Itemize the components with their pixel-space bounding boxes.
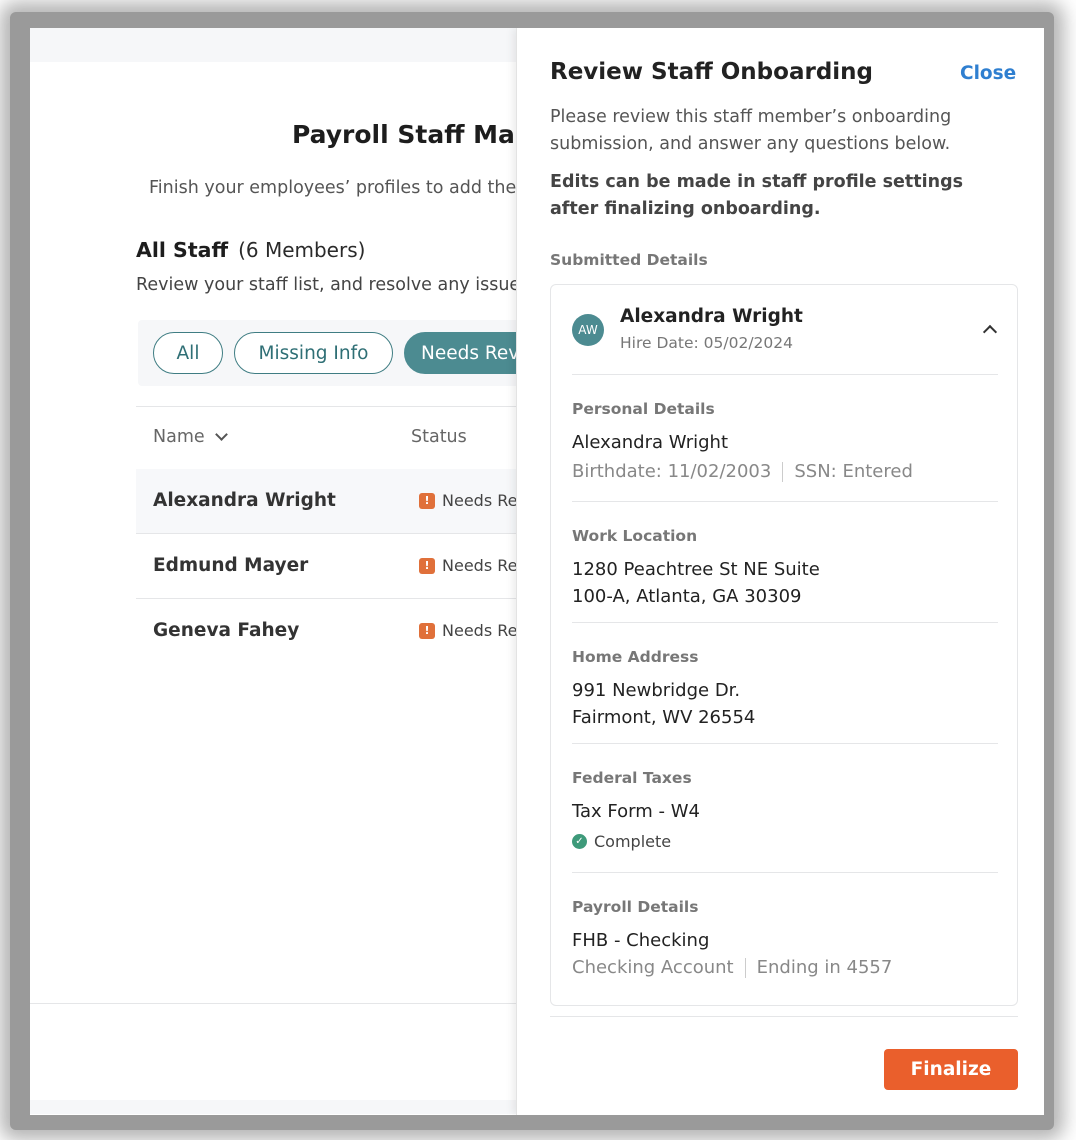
warning-icon: !	[419, 492, 435, 509]
filter-bar: All Missing Info Needs Rev	[138, 320, 574, 386]
separator	[782, 461, 784, 482]
tax-form: Tax Form - W4	[572, 801, 700, 822]
home-address-section: Home Address 991 Newbridge Dr. Fairmont,…	[572, 622, 998, 743]
section-label: Federal Taxes	[572, 769, 692, 787]
payroll-meta: Checking Account Ending in 4557	[572, 957, 892, 978]
status-badge: ! Needs Re	[419, 491, 517, 510]
page-title: Payroll Staff Mar	[292, 120, 528, 149]
section-label: Work Location	[572, 527, 698, 545]
warning-icon: !	[419, 557, 435, 574]
filter-missing-info-button[interactable]: Missing Info	[234, 332, 393, 374]
footer-divider	[30, 1003, 520, 1004]
work-address-line1: 1280 Peachtree St NE Suite	[572, 559, 820, 580]
review-drawer: Review Staff Onboarding Close Please rev…	[516, 28, 1044, 1115]
birthdate: Birthdate: 11/02/2003	[572, 461, 772, 482]
app-screen: Payroll Staff Mar Finish your employees’…	[30, 28, 1044, 1115]
status-column-header[interactable]: Status	[411, 427, 467, 447]
staff-subtitle: Review your staff list, and resolve any …	[136, 275, 521, 295]
staff-heading: All Staff (6 Members)	[136, 238, 365, 262]
warning-icon: !	[419, 622, 435, 639]
drawer-title: Review Staff Onboarding	[550, 59, 873, 85]
personal-name: Alexandra Wright	[572, 432, 729, 453]
table-header: Name Status	[136, 406, 556, 470]
section-label: Payroll Details	[572, 898, 699, 916]
federal-taxes-section: Federal Taxes Tax Form - W4 ✓ Complete	[572, 743, 998, 872]
avatar: AW	[572, 314, 604, 346]
staff-name: Alexandra Wright	[153, 490, 336, 511]
work-location-section: Work Location 1280 Peachtree St NE Suite…	[572, 501, 998, 622]
name-column-label: Name	[153, 427, 205, 447]
staff-count: (6 Members)	[238, 238, 366, 262]
account-type: Checking Account	[572, 957, 734, 978]
separator	[744, 957, 746, 978]
section-label: Home Address	[572, 648, 699, 666]
home-address-line1: 991 Newbridge Dr.	[572, 680, 741, 701]
status-label: Needs Re	[442, 491, 518, 510]
staff-name: Geneva Fahey	[153, 620, 300, 641]
drawer-description: Please review this staff member’s onboar…	[550, 107, 952, 154]
tax-status: ✓ Complete	[572, 832, 671, 851]
tax-status-label: Complete	[594, 832, 672, 851]
personal-details-section: Personal Details Alexandra Wright Birthd…	[572, 374, 998, 501]
table-row[interactable]: Geneva Fahey ! Needs Re	[136, 599, 556, 664]
status-badge: ! Needs Re	[419, 621, 517, 640]
staff-heading-label: All Staff	[136, 238, 229, 262]
employee-name: Alexandra Wright	[620, 306, 803, 327]
work-address-line2: 100-A, Atlanta, GA 30309	[572, 586, 802, 607]
check-circle-icon: ✓	[572, 834, 587, 849]
filter-all-button[interactable]: All	[153, 332, 223, 374]
status-label: Needs Re	[442, 621, 518, 640]
table-row[interactable]: Edmund Mayer ! Needs Re	[136, 534, 556, 599]
page-subtitle: Finish your employees’ profiles to add t…	[149, 178, 517, 198]
personal-meta: Birthdate: 11/02/2003 SSN: Entered	[572, 461, 913, 482]
close-button[interactable]: Close	[960, 63, 1016, 84]
status-label: Needs Re	[442, 556, 518, 575]
chevron-up-icon[interactable]	[982, 324, 998, 340]
bank-account: FHB - Checking	[572, 930, 710, 951]
drawer-note: Edits can be made in staff profile setti…	[550, 172, 964, 219]
name-column-header[interactable]: Name	[153, 427, 228, 447]
section-label: Personal Details	[572, 400, 715, 418]
staff-name: Edmund Mayer	[153, 555, 309, 576]
employee-details-card: AW Alexandra Wright Hire Date: 05/02/202…	[550, 284, 1018, 1006]
drawer-footer-divider	[550, 1016, 1018, 1017]
account-ending: Ending in 4557	[756, 957, 893, 978]
table-row[interactable]: Alexandra Wright ! Needs Re	[136, 469, 556, 534]
status-badge: ! Needs Re	[419, 556, 517, 575]
payroll-details-section: Payroll Details FHB - Checking Checking …	[572, 872, 998, 1006]
finalize-button[interactable]: Finalize	[884, 1049, 1018, 1090]
footer-bar	[30, 1100, 520, 1114]
home-address-line2: Fairmont, WV 26554	[572, 707, 756, 728]
hire-date: Hire Date: 05/02/2024	[620, 334, 793, 352]
chevron-down-icon	[214, 428, 228, 441]
ssn-status: SSN: Entered	[794, 461, 913, 482]
submitted-details-label: Submitted Details	[550, 251, 708, 269]
